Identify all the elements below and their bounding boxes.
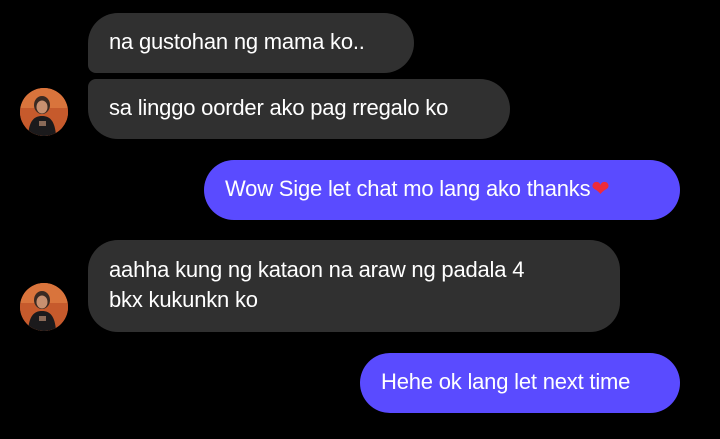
message-bubble-incoming[interactable]: na gustohan ng mama ko.. — [88, 13, 414, 73]
message-bubble-incoming[interactable]: sa linggo oorder ako pag rregalo ko — [88, 79, 510, 139]
message-text-line: aahha kung ng kataon na araw ng padala 4 — [109, 257, 525, 282]
message-text: Wow Sige let chat mo lang ako thanks — [225, 176, 591, 201]
message-text: sa linggo oorder ako pag rregalo ko — [109, 95, 449, 120]
avatar-photo-icon — [20, 283, 68, 331]
heart-emoji-icon: ❤ — [591, 176, 610, 201]
contact-avatar[interactable] — [20, 88, 68, 136]
message-bubble-outgoing[interactable]: Wow Sige let chat mo lang ako thanks❤ — [204, 160, 680, 220]
message-text-line: bkx kukunkn ko — [109, 287, 258, 312]
message-text: Hehe ok lang let next time — [381, 369, 631, 394]
chat-thread: na gustohan ng mama ko.. sa linggo oorde… — [0, 0, 720, 439]
message-bubble-outgoing[interactable]: Hehe ok lang let next time — [360, 353, 680, 413]
contact-avatar[interactable] — [20, 283, 68, 331]
message-bubble-incoming[interactable]: aahha kung ng kataon na araw ng padala 4… — [88, 240, 620, 332]
message-text: na gustohan ng mama ko.. — [109, 29, 365, 54]
avatar-photo-icon — [20, 88, 68, 136]
